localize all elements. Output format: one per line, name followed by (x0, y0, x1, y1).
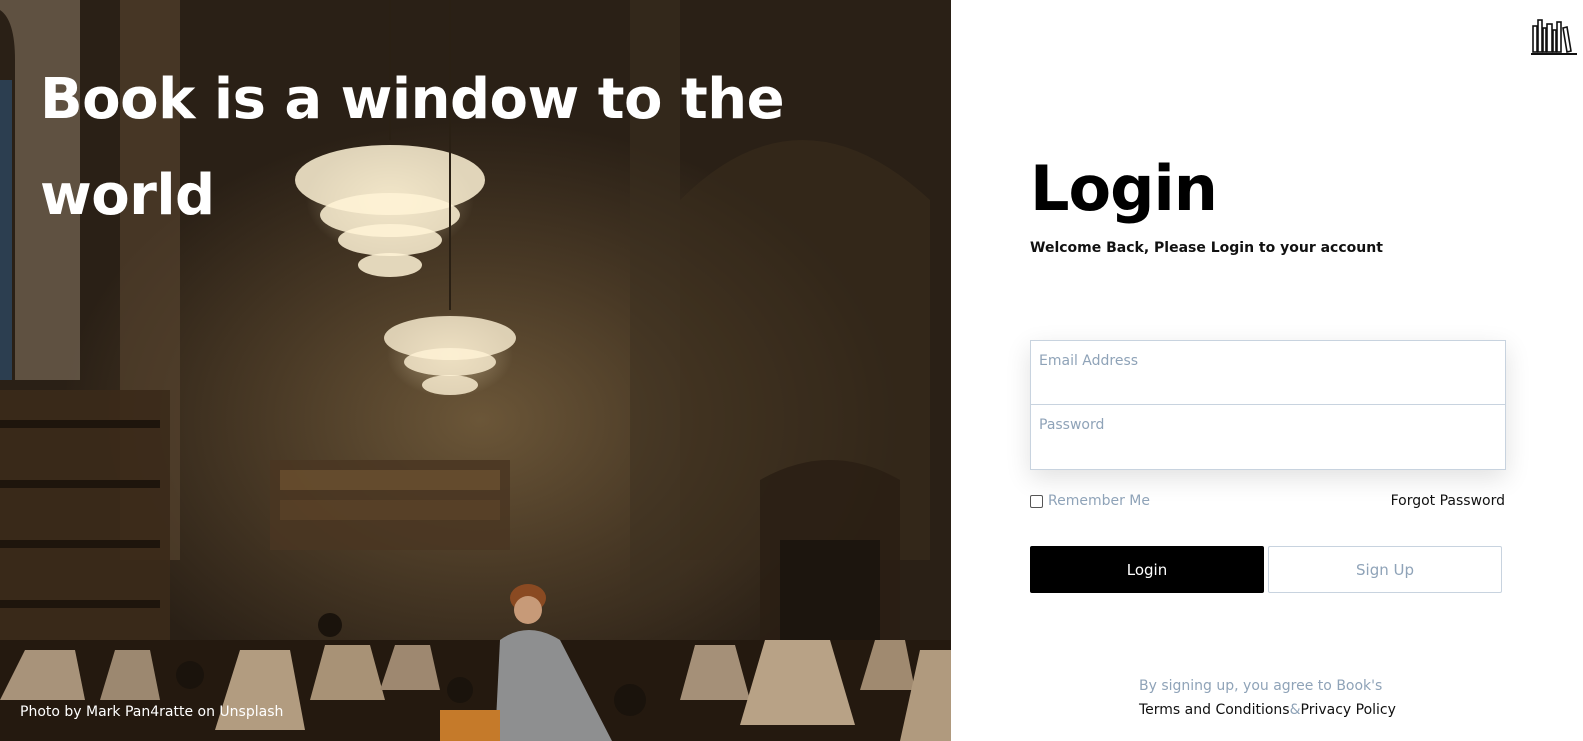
login-form: Email Address Password (1030, 340, 1506, 470)
terms-links: Terms and Conditions&Privacy Policy (1139, 702, 1396, 718)
remember-me-checkbox[interactable] (1030, 494, 1043, 508)
privacy-policy-link[interactable]: Privacy Policy (1301, 702, 1396, 718)
email-placeholder: Email Address (1039, 353, 1139, 369)
remember-me: Remember Me (1030, 493, 1150, 509)
terms-and-conditions-link[interactable]: Terms and Conditions (1139, 702, 1290, 718)
login-subtitle: Welcome Back, Please Login to your accou… (1030, 240, 1383, 256)
login-panel: Login Welcome Back, Please Login to your… (951, 0, 1583, 741)
hero-headline: Book is a window to the world (40, 67, 785, 228)
password-field[interactable]: Password (1030, 405, 1506, 470)
terms-separator: & (1289, 702, 1301, 718)
terms-notice: By signing up, you agree to Book's (1139, 678, 1383, 694)
bookshelf-icon (1531, 19, 1577, 55)
login-button[interactable]: Login (1030, 546, 1264, 593)
login-page: Book is a window to the world Photo by M… (0, 0, 1583, 741)
signup-button[interactable]: Sign Up (1268, 546, 1502, 593)
email-field[interactable]: Email Address (1030, 340, 1506, 405)
login-title: Login (1030, 152, 1218, 225)
photo-credit: Photo by Mark Pan4ratte on Unsplash (20, 704, 284, 720)
forgot-password-link[interactable]: Forgot Password (1391, 493, 1505, 509)
password-placeholder: Password (1039, 417, 1105, 433)
remember-me-label[interactable]: Remember Me (1048, 493, 1150, 509)
hero-image: Book is a window to the world Photo by M… (0, 0, 951, 741)
